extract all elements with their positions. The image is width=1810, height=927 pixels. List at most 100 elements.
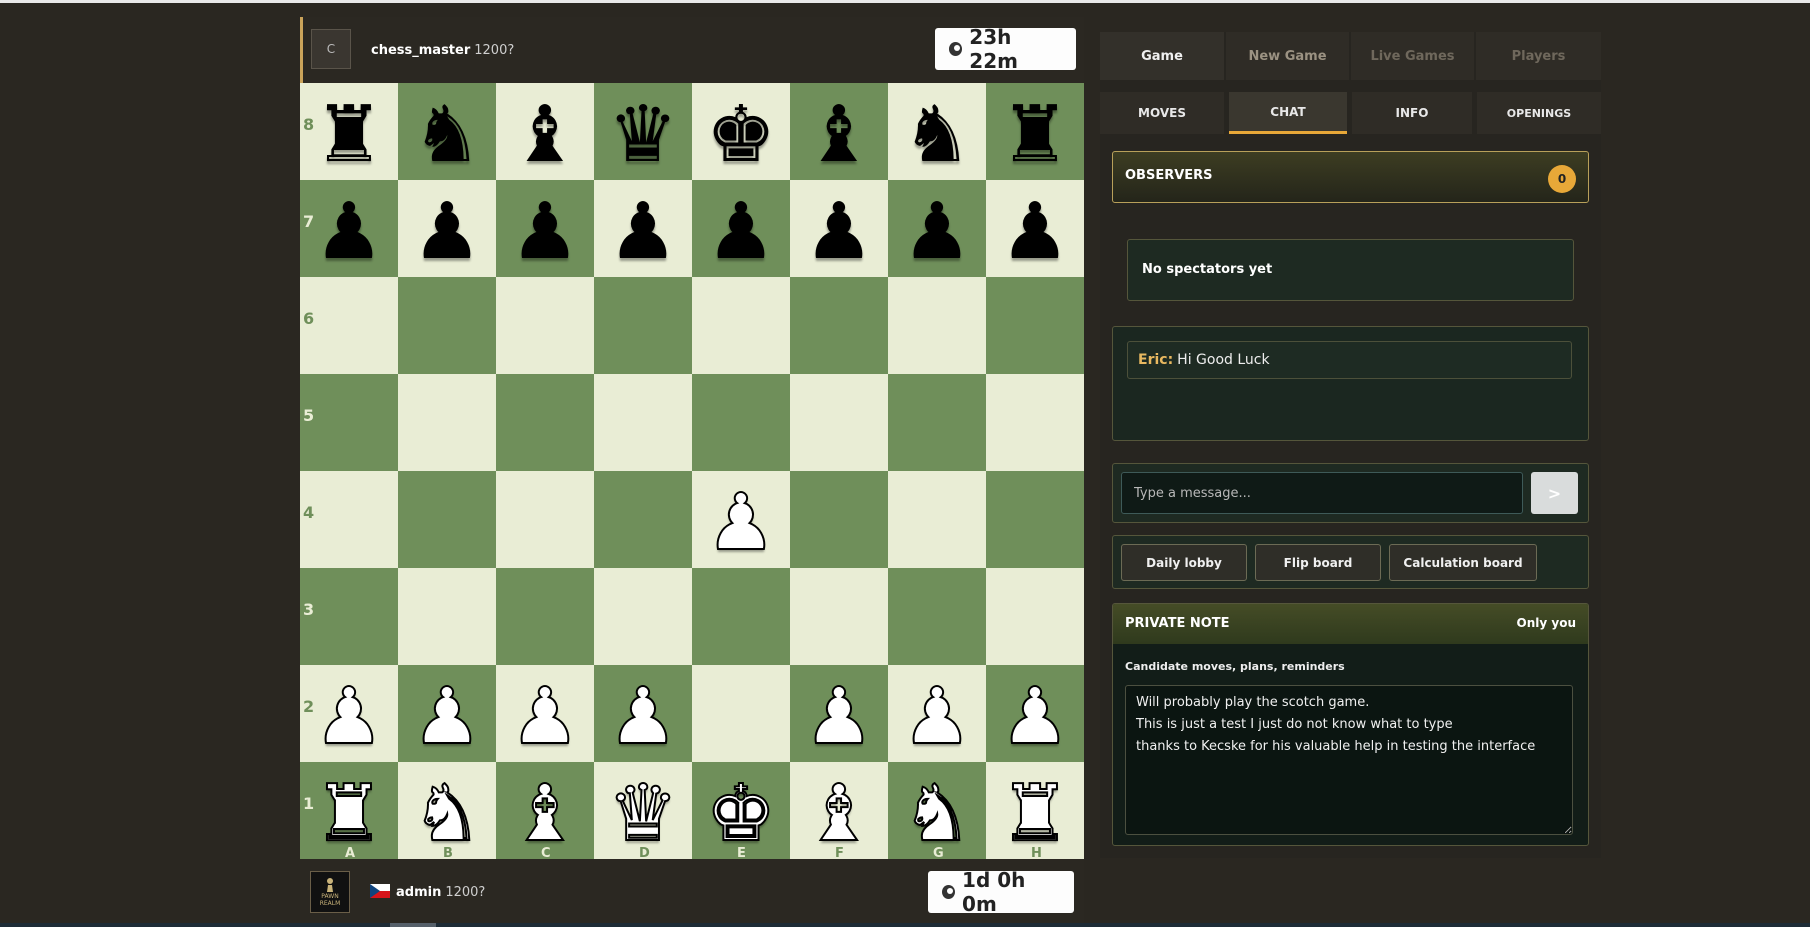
white-pawn-icon[interactable]: ♟	[803, 677, 875, 757]
tab-new-game[interactable]: New Game	[1226, 32, 1349, 80]
square-b3[interactable]	[398, 568, 496, 665]
square-e2[interactable]	[692, 665, 790, 762]
black-queen-icon[interactable]: ♛	[608, 96, 678, 174]
square-g7[interactable]: ♟	[888, 180, 986, 277]
square-f4[interactable]	[790, 471, 888, 568]
square-b5[interactable]	[398, 374, 496, 471]
square-g5[interactable]	[888, 374, 986, 471]
observers-header[interactable]: OBSERVERS 0	[1112, 151, 1589, 203]
subtab-info[interactable]: INFO	[1352, 92, 1472, 134]
square-h7[interactable]: ♟	[986, 180, 1084, 277]
square-f7[interactable]: ♟	[790, 180, 888, 277]
daily-lobby-button[interactable]: Daily lobby	[1121, 544, 1247, 581]
send-button[interactable]: >	[1531, 472, 1578, 514]
square-g3[interactable]	[888, 568, 986, 665]
square-h4[interactable]	[986, 471, 1084, 568]
black-king-icon[interactable]: ♚	[706, 96, 776, 174]
black-bishop-icon[interactable]: ♝	[510, 96, 580, 174]
square-c1[interactable]: C ♝	[496, 762, 594, 861]
square-d2[interactable]: ♟	[594, 665, 692, 762]
square-d8[interactable]: ♛	[594, 83, 692, 180]
opponent-name[interactable]: chess_master	[371, 43, 470, 58]
square-a8[interactable]: 8 ♜	[300, 83, 398, 180]
square-h6[interactable]	[986, 277, 1084, 374]
white-queen-icon[interactable]: ♛	[607, 774, 679, 854]
square-g4[interactable]	[888, 471, 986, 568]
white-pawn-icon[interactable]: ♟	[999, 677, 1071, 757]
white-knight-icon[interactable]: ♞	[411, 774, 483, 854]
flip-board-button[interactable]: Flip board	[1255, 544, 1381, 581]
square-a7[interactable]: 7 ♟	[300, 180, 398, 277]
square-e8[interactable]: ♚	[692, 83, 790, 180]
square-b2[interactable]: ♟	[398, 665, 496, 762]
square-e5[interactable]	[692, 374, 790, 471]
black-pawn-icon[interactable]: ♟	[902, 193, 972, 271]
square-a6[interactable]: 6	[300, 277, 398, 374]
white-rook-icon[interactable]: ♜	[999, 774, 1071, 854]
square-f6[interactable]	[790, 277, 888, 374]
square-d7[interactable]: ♟	[594, 180, 692, 277]
square-g8[interactable]: ♞	[888, 83, 986, 180]
chat-message-input[interactable]	[1121, 472, 1523, 514]
black-pawn-icon[interactable]: ♟	[412, 193, 482, 271]
square-g1[interactable]: G ♞	[888, 762, 986, 861]
white-pawn-icon[interactable]: ♟	[411, 677, 483, 757]
square-g6[interactable]	[888, 277, 986, 374]
square-e1[interactable]: E ♚	[692, 762, 790, 861]
square-a1[interactable]: 1 A ♜	[300, 762, 398, 861]
black-pawn-icon[interactable]: ♟	[706, 193, 776, 271]
square-d4[interactable]	[594, 471, 692, 568]
square-c6[interactable]	[496, 277, 594, 374]
black-knight-icon[interactable]: ♞	[412, 96, 482, 174]
square-f1[interactable]: F ♝	[790, 762, 888, 861]
black-pawn-icon[interactable]: ♟	[1000, 193, 1070, 271]
black-rook-icon[interactable]: ♜	[1000, 96, 1070, 174]
square-h1[interactable]: H ♜	[986, 762, 1084, 861]
square-f3[interactable]	[790, 568, 888, 665]
square-c4[interactable]	[496, 471, 594, 568]
black-bishop-icon[interactable]: ♝	[804, 96, 874, 174]
white-rook-icon[interactable]: ♜	[313, 774, 385, 854]
square-d5[interactable]	[594, 374, 692, 471]
square-b8[interactable]: ♞	[398, 83, 496, 180]
white-bishop-icon[interactable]: ♝	[803, 774, 875, 854]
white-king-icon[interactable]: ♚	[705, 774, 777, 854]
square-h3[interactable]	[986, 568, 1084, 665]
square-f8[interactable]: ♝	[790, 83, 888, 180]
scrollbar-thumb[interactable]	[390, 923, 436, 927]
square-a4[interactable]: 4	[300, 471, 398, 568]
square-d3[interactable]	[594, 568, 692, 665]
square-h5[interactable]	[986, 374, 1084, 471]
square-b1[interactable]: B ♞	[398, 762, 496, 861]
subtab-chat[interactable]: CHAT	[1229, 92, 1347, 134]
square-c2[interactable]: ♟	[496, 665, 594, 762]
square-b6[interactable]	[398, 277, 496, 374]
square-c5[interactable]	[496, 374, 594, 471]
white-pawn-icon[interactable]: ♟	[901, 677, 973, 757]
own-name[interactable]: admin	[396, 885, 441, 900]
subtab-moves[interactable]: MOVES	[1100, 92, 1224, 134]
calculation-board-button[interactable]: Calculation board	[1389, 544, 1537, 581]
square-a3[interactable]: 3	[300, 568, 398, 665]
black-pawn-icon[interactable]: ♟	[510, 193, 580, 271]
square-b7[interactable]: ♟	[398, 180, 496, 277]
square-g2[interactable]: ♟	[888, 665, 986, 762]
square-d1[interactable]: D ♛	[594, 762, 692, 861]
square-c3[interactable]	[496, 568, 594, 665]
square-c8[interactable]: ♝	[496, 83, 594, 180]
square-c7[interactable]: ♟	[496, 180, 594, 277]
white-pawn-icon[interactable]: ♟	[509, 677, 581, 757]
square-f2[interactable]: ♟	[790, 665, 888, 762]
square-a2[interactable]: 2 ♟	[300, 665, 398, 762]
square-e6[interactable]	[692, 277, 790, 374]
white-pawn-icon[interactable]: ♟	[607, 677, 679, 757]
square-d6[interactable]	[594, 277, 692, 374]
square-h2[interactable]: ♟	[986, 665, 1084, 762]
square-e3[interactable]	[692, 568, 790, 665]
square-f5[interactable]	[790, 374, 888, 471]
subtab-openings[interactable]: OPENINGS	[1477, 92, 1601, 134]
black-pawn-icon[interactable]: ♟	[608, 193, 678, 271]
white-bishop-icon[interactable]: ♝	[509, 774, 581, 854]
square-e7[interactable]: ♟	[692, 180, 790, 277]
tab-live-games[interactable]: Live Games	[1351, 32, 1474, 80]
